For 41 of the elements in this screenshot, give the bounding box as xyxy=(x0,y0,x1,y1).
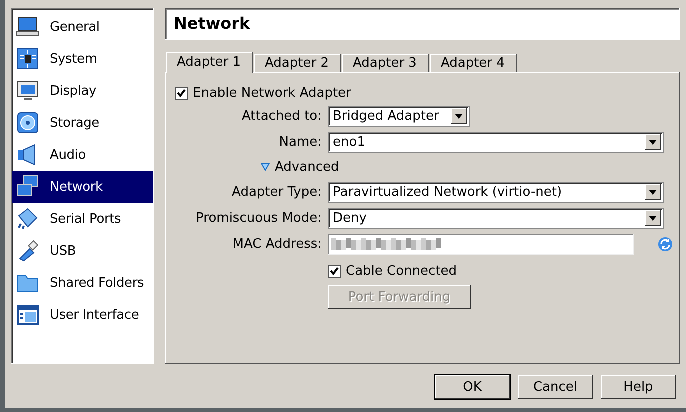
dialog-button[interactable]: OK xyxy=(435,375,510,399)
field-label: Adapter Type: xyxy=(231,184,322,200)
mac-address-field[interactable] xyxy=(328,234,634,254)
sidebar-item[interactable]: User Interface xyxy=(12,299,153,331)
field-label: MAC Address: xyxy=(232,236,322,252)
dialog-button[interactable]: Cancel xyxy=(518,375,593,399)
sidebar-item[interactable]: General xyxy=(12,11,153,43)
advanced-toggle[interactable]: Advanced xyxy=(261,155,340,179)
sidebar-item[interactable]: Shared Folders xyxy=(12,267,153,299)
monitor-icon xyxy=(16,79,40,103)
tab[interactable]: Adapter 2 xyxy=(254,54,341,72)
dropdown[interactable]: Paravirtualized Network (virtio-net) xyxy=(328,182,664,202)
tab[interactable]: Adapter 1 xyxy=(166,52,253,73)
enable-adapter-checkbox[interactable]: Enable Network Adapter xyxy=(175,83,352,103)
dialog-button[interactable]: Help xyxy=(601,375,676,399)
field-label: Attached to: xyxy=(240,108,322,124)
sidebar-item[interactable]: Serial Ports xyxy=(12,203,153,235)
pixelated-text-icon xyxy=(331,238,441,250)
cable-connected-checkbox[interactable]: Cable Connected xyxy=(328,261,458,281)
chip-icon xyxy=(16,47,40,71)
sidebar-item[interactable]: Network xyxy=(12,171,153,203)
check-mark-icon xyxy=(330,266,339,276)
sidebar-item[interactable]: Audio xyxy=(12,139,153,171)
tab[interactable]: Adapter 3 xyxy=(342,54,429,72)
network-icon xyxy=(16,175,40,199)
dropdown[interactable]: Bridged Adapter xyxy=(328,106,470,126)
sidebar-item[interactable]: Display xyxy=(12,75,153,107)
dropdown[interactable]: Deny xyxy=(328,208,664,228)
connector-icon xyxy=(16,207,40,231)
expand-triangle-icon xyxy=(261,163,270,171)
check-mark-icon xyxy=(177,88,186,98)
field-label: Name: xyxy=(278,134,322,150)
tab[interactable]: Adapter 4 xyxy=(430,54,517,72)
field-label: Promiscuous Mode: xyxy=(195,210,322,226)
sidebar-item[interactable]: System xyxy=(12,43,153,75)
page-title: Network xyxy=(165,8,680,40)
sidebar-item[interactable]: USB xyxy=(12,235,153,267)
sidebar-item[interactable]: Storage xyxy=(12,107,153,139)
window-icon xyxy=(16,303,40,327)
name-combo[interactable]: eno1 xyxy=(328,132,664,152)
computer-icon xyxy=(16,15,40,39)
